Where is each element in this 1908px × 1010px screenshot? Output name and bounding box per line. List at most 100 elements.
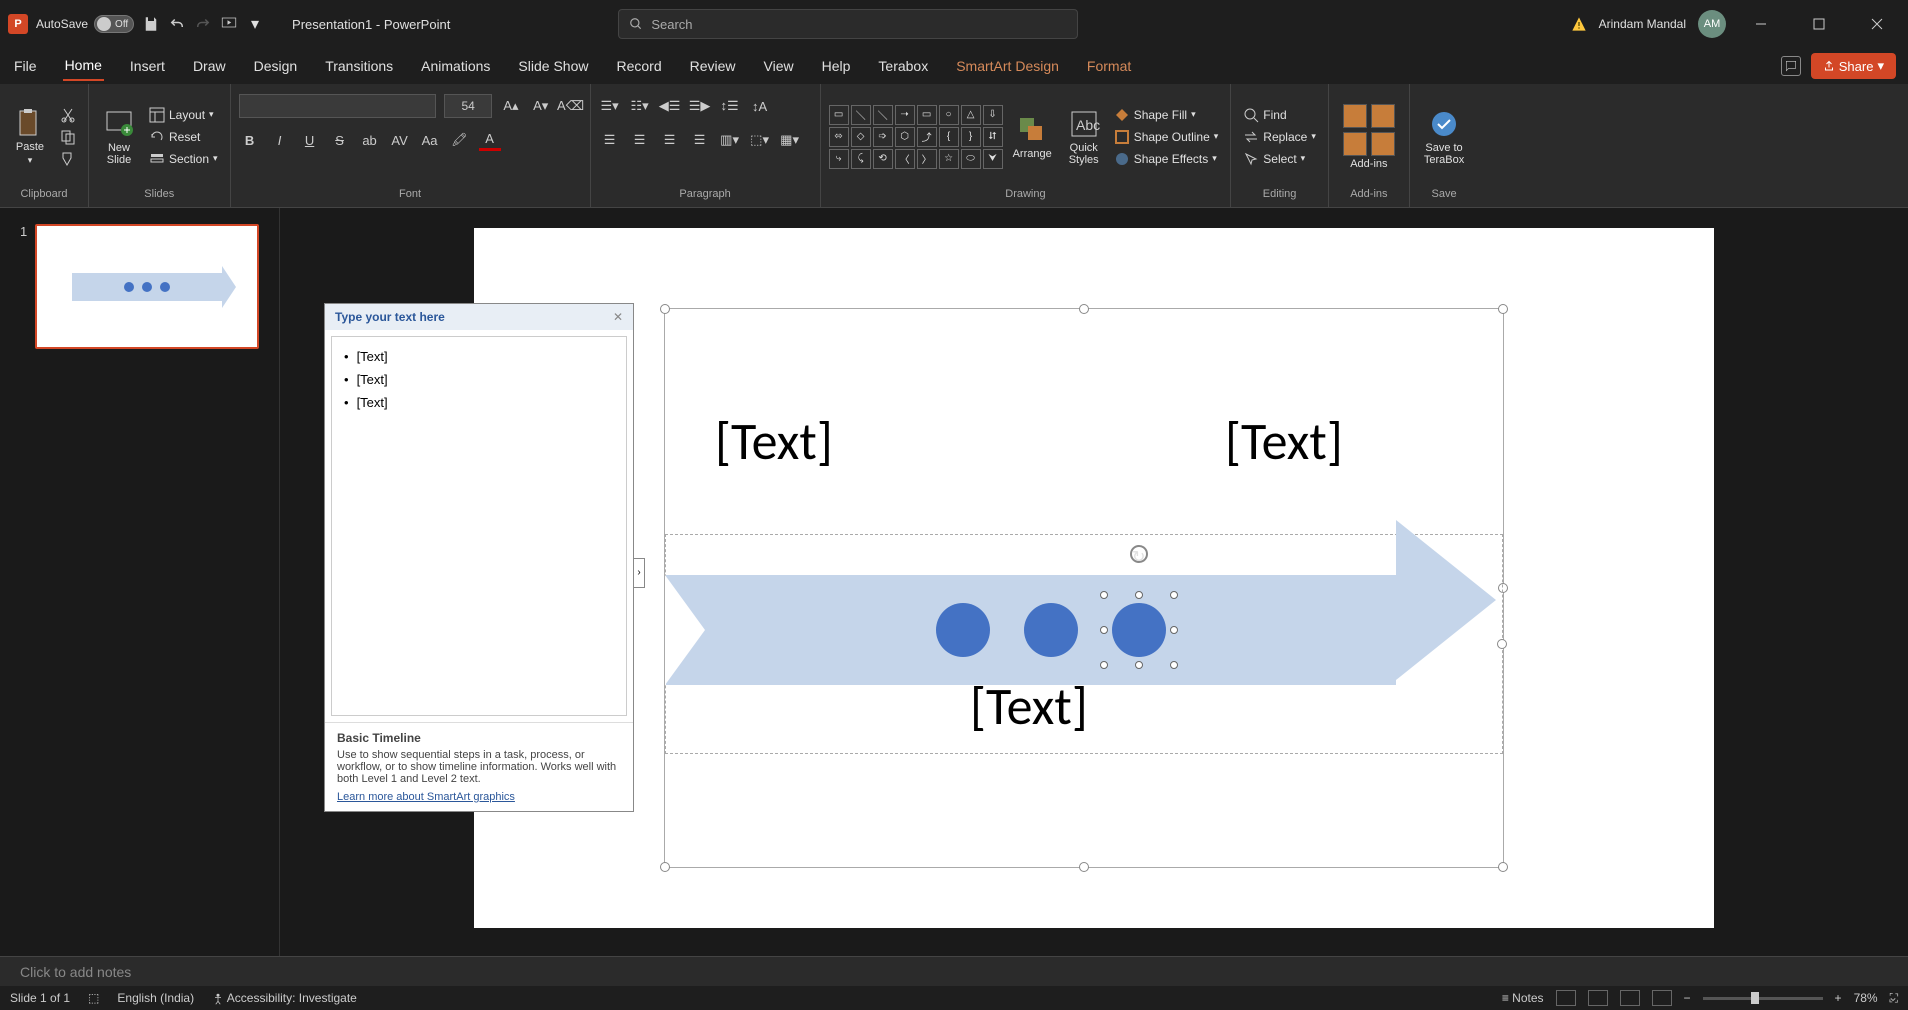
selection-handle[interactable] [1079, 304, 1089, 314]
warning-icon[interactable] [1571, 16, 1587, 32]
increase-indent-button[interactable]: ☰▶ [689, 95, 711, 117]
align-right-button[interactable]: ☰ [659, 129, 681, 151]
tab-file[interactable]: File [12, 52, 39, 80]
increase-font-icon[interactable]: A▴ [500, 95, 522, 117]
section-button[interactable]: Section▾ [145, 149, 222, 169]
tab-design[interactable]: Design [252, 52, 300, 80]
close-button[interactable] [1854, 8, 1900, 40]
shape-tri-icon[interactable]: △ [961, 105, 981, 125]
text-direction-button[interactable]: ↕A [749, 95, 771, 117]
timeline-dot-2[interactable] [1024, 603, 1078, 657]
rotate-handle[interactable]: ↻ [1130, 545, 1148, 563]
tab-insert[interactable]: Insert [128, 52, 167, 80]
shape-brace-icon[interactable]: { [939, 127, 959, 147]
redo-icon[interactable] [194, 15, 212, 33]
text-pane-expand-button[interactable]: › [633, 558, 645, 588]
tab-record[interactable]: Record [614, 52, 663, 80]
slide-thumbnail-1[interactable]: 1 [20, 224, 259, 349]
underline-button[interactable]: U [299, 129, 321, 151]
save-icon[interactable] [142, 15, 160, 33]
shape-diamond-icon[interactable]: ◇ [851, 127, 871, 147]
selection-handle[interactable] [1135, 591, 1143, 599]
zoom-level[interactable]: 78% [1854, 991, 1878, 1005]
new-slide-button[interactable]: New Slide [97, 104, 141, 170]
zoom-slider[interactable] [1703, 997, 1823, 1000]
shape-brace2-icon[interactable]: } [961, 127, 981, 147]
copy-button[interactable] [56, 127, 80, 147]
slide-canvas-wrap[interactable]: Type your text here ✕ [Text] [Text] [Tex… [280, 208, 1908, 956]
clear-formatting-icon[interactable]: A⌫ [560, 95, 582, 117]
tab-animations[interactable]: Animations [419, 52, 492, 80]
collapse-ribbon-button[interactable]: ⌄ [1888, 990, 1898, 1004]
numbering-button[interactable]: ☷▾ [629, 95, 651, 117]
shape-curve2-icon[interactable]: ⟲ [873, 149, 893, 169]
selection-handle[interactable] [1170, 626, 1178, 634]
selection-handle[interactable] [1498, 862, 1508, 872]
share-button[interactable]: Share ▾ [1811, 53, 1896, 79]
tab-review[interactable]: Review [688, 52, 738, 80]
align-text-button[interactable]: ⬚▾ [749, 129, 771, 151]
selection-handle[interactable] [1135, 661, 1143, 669]
comments-button[interactable] [1781, 56, 1801, 76]
selection-handle[interactable] [1498, 304, 1508, 314]
language-indicator[interactable]: English (India) [117, 991, 194, 1005]
shape-effects-button[interactable]: Shape Effects▾ [1110, 149, 1223, 169]
selection-handle[interactable] [1100, 626, 1108, 634]
zoom-in-button[interactable]: + [1835, 991, 1842, 1005]
align-center-button[interactable]: ☰ [629, 129, 651, 151]
justify-button[interactable]: ☰ [689, 129, 711, 151]
slide-counter[interactable]: Slide 1 of 1 [10, 991, 70, 1005]
line-spacing-button[interactable]: ↕☰ [719, 95, 741, 117]
tab-help[interactable]: Help [820, 52, 853, 80]
toggle-switch[interactable]: Off [94, 15, 134, 33]
slide-sorter-view-button[interactable] [1588, 990, 1608, 1006]
shape-swoosh-icon[interactable]: ⤹ [851, 149, 871, 169]
paste-button[interactable]: Paste ▾ [8, 103, 52, 170]
cut-button[interactable] [56, 105, 80, 125]
bullets-button[interactable]: ☰▾ [599, 95, 621, 117]
shape-rect-icon[interactable]: ▭ [829, 105, 849, 125]
shape-arrow3-icon[interactable]: ➩ [873, 127, 893, 147]
shape-fill-button[interactable]: Shape Fill▾ [1110, 105, 1223, 125]
shape-oval-icon[interactable]: ○ [939, 105, 959, 125]
shape-arrow2-icon[interactable]: ⬄ [829, 127, 849, 147]
smartart-convert-button[interactable]: ▦▾ [779, 129, 801, 151]
shape-connector-icon[interactable]: ⤷ [829, 149, 849, 169]
shape-expand-icon[interactable]: ⮟ [983, 149, 1003, 169]
smartart-selection-frame[interactable]: [Text] [Text] [Text] ↻ [664, 308, 1504, 868]
shape-arrow-icon[interactable]: ➝ [895, 105, 915, 125]
shape-outline-button[interactable]: Shape Outline▾ [1110, 127, 1223, 147]
text-pane-list[interactable]: [Text] [Text] [Text] [331, 336, 627, 716]
font-color-button[interactable]: A [479, 129, 501, 151]
selection-handle[interactable] [1100, 591, 1108, 599]
smartart-text-pane[interactable]: Type your text here ✕ [Text] [Text] [Tex… [324, 303, 634, 812]
thumbnail-panel[interactable]: 1 [0, 208, 280, 956]
format-painter-button[interactable] [56, 149, 80, 169]
highlight-button[interactable]: 🖍 [449, 129, 471, 151]
save-terabox-button[interactable]: Save to TeraBox [1418, 104, 1470, 170]
strikethrough-button[interactable]: S [329, 129, 351, 151]
shape-scroll-icon[interactable]: ⮃ [983, 127, 1003, 147]
replace-button[interactable]: Replace▾ [1239, 127, 1320, 147]
shape-bracket-icon[interactable]: 〈 [895, 149, 915, 169]
selection-handle[interactable] [1079, 862, 1089, 872]
select-button[interactable]: Select▾ [1239, 149, 1320, 169]
reset-button[interactable]: Reset [145, 127, 222, 147]
minimize-button[interactable] [1738, 8, 1784, 40]
smartart-text-2[interactable]: [Text] [1225, 409, 1343, 473]
text-pane-item-2[interactable]: [Text] [344, 368, 614, 391]
zoom-slider-thumb[interactable] [1751, 992, 1759, 1004]
tab-home[interactable]: Home [63, 51, 104, 81]
search-box[interactable]: Search [618, 9, 1078, 39]
font-size-input[interactable] [444, 94, 492, 118]
selection-handle[interactable] [1170, 591, 1178, 599]
timeline-dot-1[interactable] [936, 603, 990, 657]
tab-smartart-design[interactable]: SmartArt Design [954, 52, 1061, 80]
italic-button[interactable]: I [269, 129, 291, 151]
text-pane-item-1[interactable]: [Text] [344, 345, 614, 368]
slideshow-view-button[interactable] [1652, 990, 1672, 1006]
tab-slideshow[interactable]: Slide Show [516, 52, 590, 80]
shape-bracket2-icon[interactable]: 〉 [917, 149, 937, 169]
timeline-dot-3[interactable] [1112, 603, 1166, 657]
quick-styles-button[interactable]: Abc Quick Styles [1062, 104, 1106, 170]
